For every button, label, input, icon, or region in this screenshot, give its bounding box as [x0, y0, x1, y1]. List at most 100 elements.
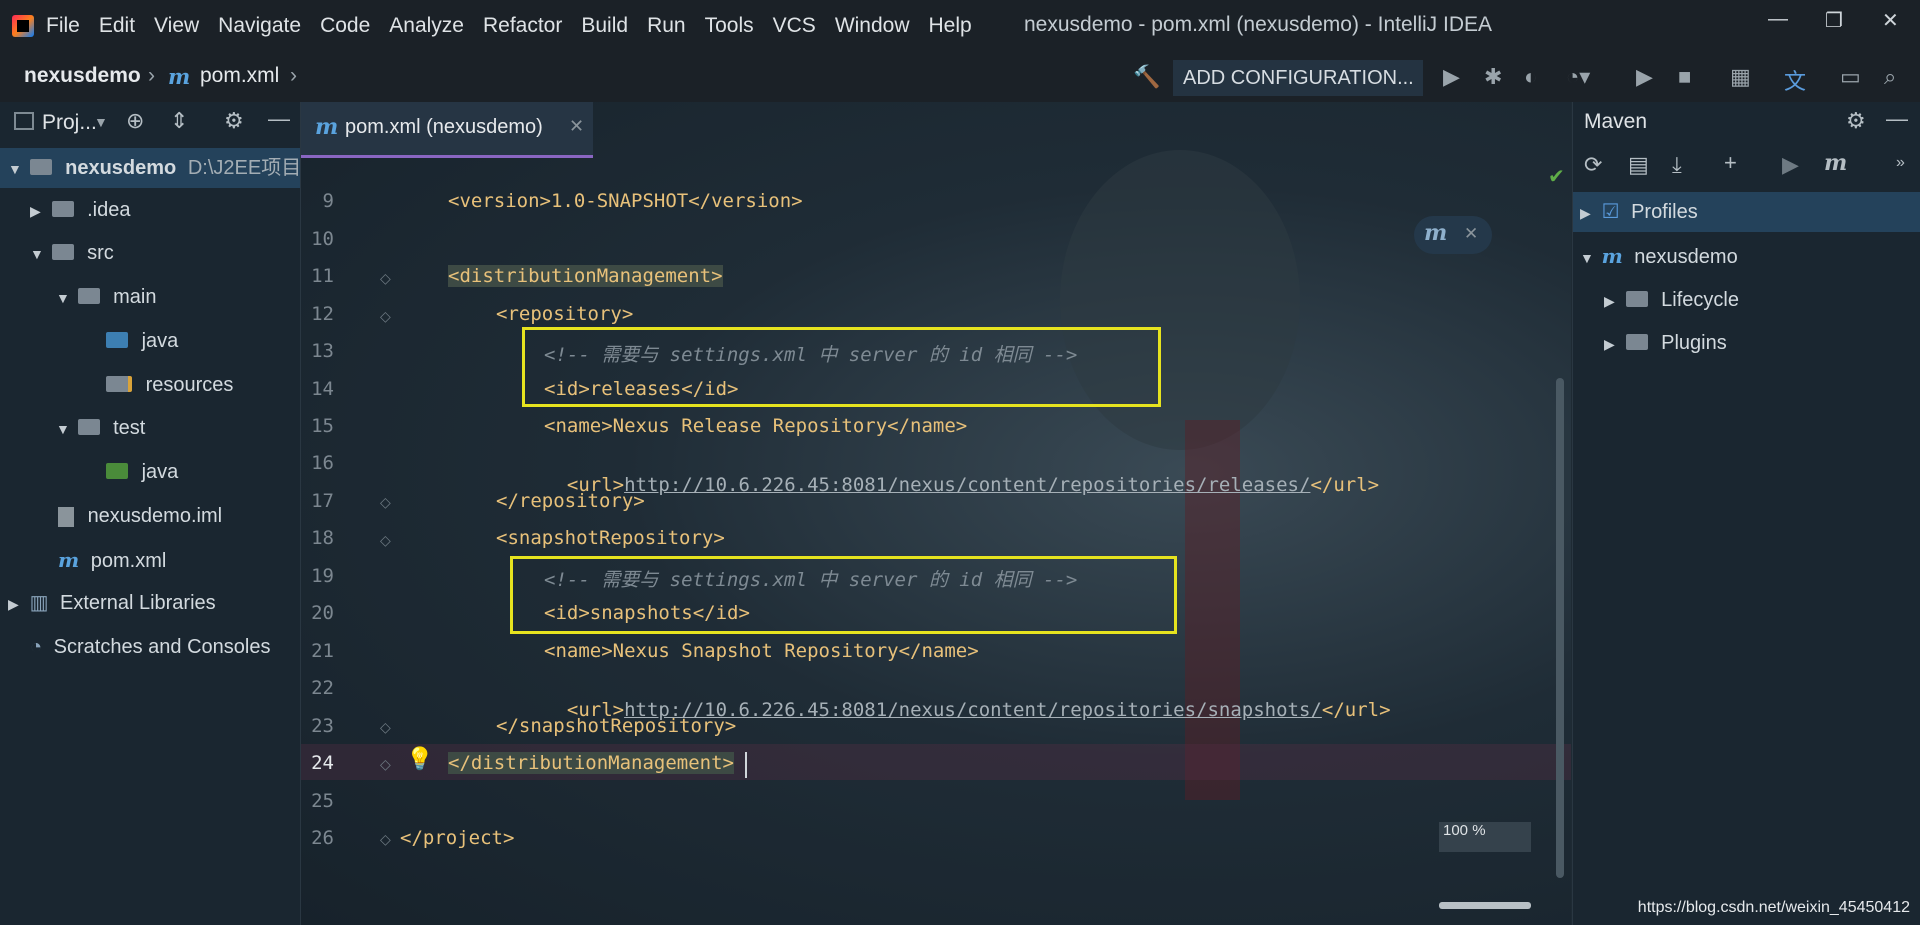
- run-configurations-icon[interactable]: ▶: [1636, 64, 1653, 90]
- collapsed-arrow-icon[interactable]: ▶: [8, 584, 24, 624]
- close-window-icon[interactable]: ✕: [1882, 8, 1899, 33]
- tree-item-resources[interactable]: resources: [106, 365, 233, 405]
- menu-analyze[interactable]: Analyze: [389, 14, 464, 38]
- expand-arrow-icon[interactable]: ▼: [30, 234, 46, 274]
- collapse-all-icon[interactable]: ⇕: [170, 108, 188, 134]
- translate-icon[interactable]: 文: [1784, 64, 1806, 96]
- debug-icon[interactable]: ✱: [1484, 64, 1502, 90]
- menu-navigate[interactable]: Navigate: [218, 14, 301, 38]
- menu-build[interactable]: Build: [581, 14, 628, 38]
- expand-arrow-icon[interactable]: ▼: [56, 278, 72, 318]
- intention-bulb-icon[interactable]: 💡: [406, 746, 433, 772]
- fold-marker-icon[interactable]: ◇: [380, 494, 391, 511]
- maven-item-profiles[interactable]: ▶ ☑ Profiles: [1580, 192, 1698, 232]
- restore-icon[interactable]: ❐: [1825, 8, 1843, 33]
- close-tab-icon[interactable]: ✕: [569, 116, 584, 137]
- menu-help[interactable]: Help: [929, 14, 972, 38]
- download-icon[interactable]: ⤓: [1672, 152, 1682, 178]
- tree-item-root[interactable]: ▼ nexusdemo D:\J2EE项目: [8, 148, 301, 188]
- fold-marker-icon[interactable]: ◇: [380, 719, 391, 736]
- expand-arrow-icon[interactable]: ▼: [8, 149, 24, 189]
- menu-file[interactable]: File: [46, 14, 80, 38]
- code-line[interactable]: <distributionManagement>: [448, 265, 723, 287]
- menu-view[interactable]: View: [154, 14, 199, 38]
- tree-item-external-libraries[interactable]: ▶ ▥ External Libraries: [8, 583, 216, 623]
- more-icon[interactable]: »: [1896, 154, 1905, 172]
- collapsed-arrow-icon[interactable]: ▶: [30, 191, 46, 231]
- horizontal-scrollbar[interactable]: [1439, 902, 1531, 909]
- code-line[interactable]: <name>Nexus Release Repository</name>: [544, 415, 967, 437]
- expand-arrow-icon[interactable]: ▼: [56, 409, 72, 449]
- code-line[interactable]: <repository>: [496, 303, 633, 325]
- tab-pom-xml[interactable]: m pom.xml (nexusdemo) ✕: [301, 102, 593, 158]
- reimport-icon[interactable]: ⟳: [1584, 152, 1602, 178]
- tree-item-idea[interactable]: ▶ .idea: [30, 190, 131, 230]
- maven-item-lifecycle[interactable]: ▶ Lifecycle: [1604, 280, 1739, 320]
- breadcrumb-project[interactable]: nexusdemo: [24, 64, 141, 88]
- minimize-icon[interactable]: —: [1768, 8, 1788, 31]
- menu-run[interactable]: Run: [647, 14, 686, 38]
- tree-item-pom[interactable]: m pom.xml: [58, 540, 166, 580]
- profile-icon[interactable]: ◔▾: [1566, 64, 1590, 90]
- run-maven-build-icon[interactable]: ▶: [1782, 152, 1799, 178]
- close-popup-icon[interactable]: ✕: [1464, 224, 1478, 244]
- dropdown-arrow-icon[interactable]: ▼: [94, 114, 108, 130]
- code-line[interactable]: <url>http://10.6.226.45:8081/nexus/conte…: [544, 452, 1379, 496]
- fold-marker-icon[interactable]: ◇: [380, 831, 391, 848]
- terminal-icon[interactable]: ▭: [1840, 64, 1861, 90]
- breadcrumb-file[interactable]: pom.xml: [200, 64, 279, 88]
- code-line[interactable]: </project>: [400, 827, 514, 849]
- maven-item-plugins[interactable]: ▶ Plugins: [1604, 323, 1727, 363]
- menu-window[interactable]: Window: [835, 14, 910, 38]
- repository-url[interactable]: http://10.6.226.45:8081/nexus/content/re…: [624, 474, 1310, 496]
- menu-tools[interactable]: Tools: [705, 14, 754, 38]
- menu-edit[interactable]: Edit: [99, 14, 135, 38]
- code-line[interactable]: </distributionManagement>: [448, 752, 734, 774]
- menu-vcs[interactable]: VCS: [773, 14, 816, 38]
- tree-item-test-java[interactable]: java: [106, 452, 178, 492]
- locate-icon[interactable]: ⊕: [126, 108, 144, 134]
- code-line[interactable]: </repository>: [496, 490, 645, 512]
- navigation-bar: nexusdemo › m pom.xml › 🔨 ▶ ✱ ◐ ◔▾ ▶ ■ ▦…: [0, 52, 1920, 102]
- execute-maven-goal-icon[interactable]: m: [1824, 150, 1847, 176]
- project-structure-icon[interactable]: ▦: [1730, 64, 1751, 90]
- code-line[interactable]: <snapshotRepository>: [496, 527, 725, 549]
- project-panel-title[interactable]: Proj...: [42, 111, 97, 135]
- code-line[interactable]: <version>1.0-SNAPSHOT</version>: [448, 190, 803, 212]
- expand-arrow-icon[interactable]: ▼: [1580, 238, 1596, 278]
- maven-item-nexusdemo[interactable]: ▼ m nexusdemo: [1580, 236, 1738, 276]
- add-configuration-button[interactable]: ADD CONFIGURATION...: [1173, 60, 1423, 96]
- tree-item-scratches[interactable]: ◔ Scratches and Consoles: [30, 627, 270, 667]
- menu-refactor[interactable]: Refactor: [483, 14, 562, 38]
- stop-icon[interactable]: ■: [1678, 64, 1691, 90]
- maven-reload-icon[interactable]: m: [1424, 220, 1447, 246]
- collapsed-arrow-icon[interactable]: ▶: [1580, 193, 1596, 233]
- collapsed-arrow-icon[interactable]: ▶: [1604, 281, 1620, 321]
- hide-panel-icon[interactable]: —: [268, 106, 290, 132]
- fold-marker-icon[interactable]: ◇: [380, 308, 391, 325]
- watermark: https://blog.csdn.net/weixin_45450412: [1637, 899, 1910, 916]
- settings-gear-icon[interactable]: ⚙: [224, 108, 244, 134]
- maven-hide-panel-icon[interactable]: —: [1886, 106, 1908, 132]
- code-line[interactable]: </snapshotRepository>: [496, 715, 736, 737]
- maven-reload-popup[interactable]: m ✕: [1414, 216, 1492, 254]
- search-icon[interactable]: ⌕: [1884, 64, 1896, 90]
- menu-code[interactable]: Code: [320, 14, 370, 38]
- tree-item-src[interactable]: ▼ src: [30, 233, 114, 273]
- tree-item-main-java[interactable]: java: [106, 321, 178, 361]
- fold-marker-icon[interactable]: ◇: [380, 756, 391, 773]
- tree-item-test[interactable]: ▼ test: [56, 408, 145, 448]
- fold-marker-icon[interactable]: ◇: [380, 532, 391, 549]
- code-line[interactable]: <name>Nexus Snapshot Repository</name>: [544, 640, 979, 662]
- vertical-scrollbar[interactable]: [1556, 378, 1564, 878]
- collapsed-arrow-icon[interactable]: ▶: [1604, 324, 1620, 364]
- coverage-icon[interactable]: ◐: [1524, 64, 1537, 90]
- run-icon[interactable]: ▶: [1443, 64, 1460, 90]
- tree-item-iml[interactable]: nexusdemo.iml: [58, 496, 222, 536]
- add-maven-project-icon[interactable]: +: [1724, 150, 1737, 176]
- fold-marker-icon[interactable]: ◇: [380, 270, 391, 287]
- generate-sources-icon[interactable]: ▤: [1628, 152, 1649, 178]
- tree-item-main[interactable]: ▼ main: [56, 277, 156, 317]
- build-hammer-icon[interactable]: 🔨: [1133, 64, 1160, 90]
- maven-settings-gear-icon[interactable]: ⚙: [1846, 108, 1866, 134]
